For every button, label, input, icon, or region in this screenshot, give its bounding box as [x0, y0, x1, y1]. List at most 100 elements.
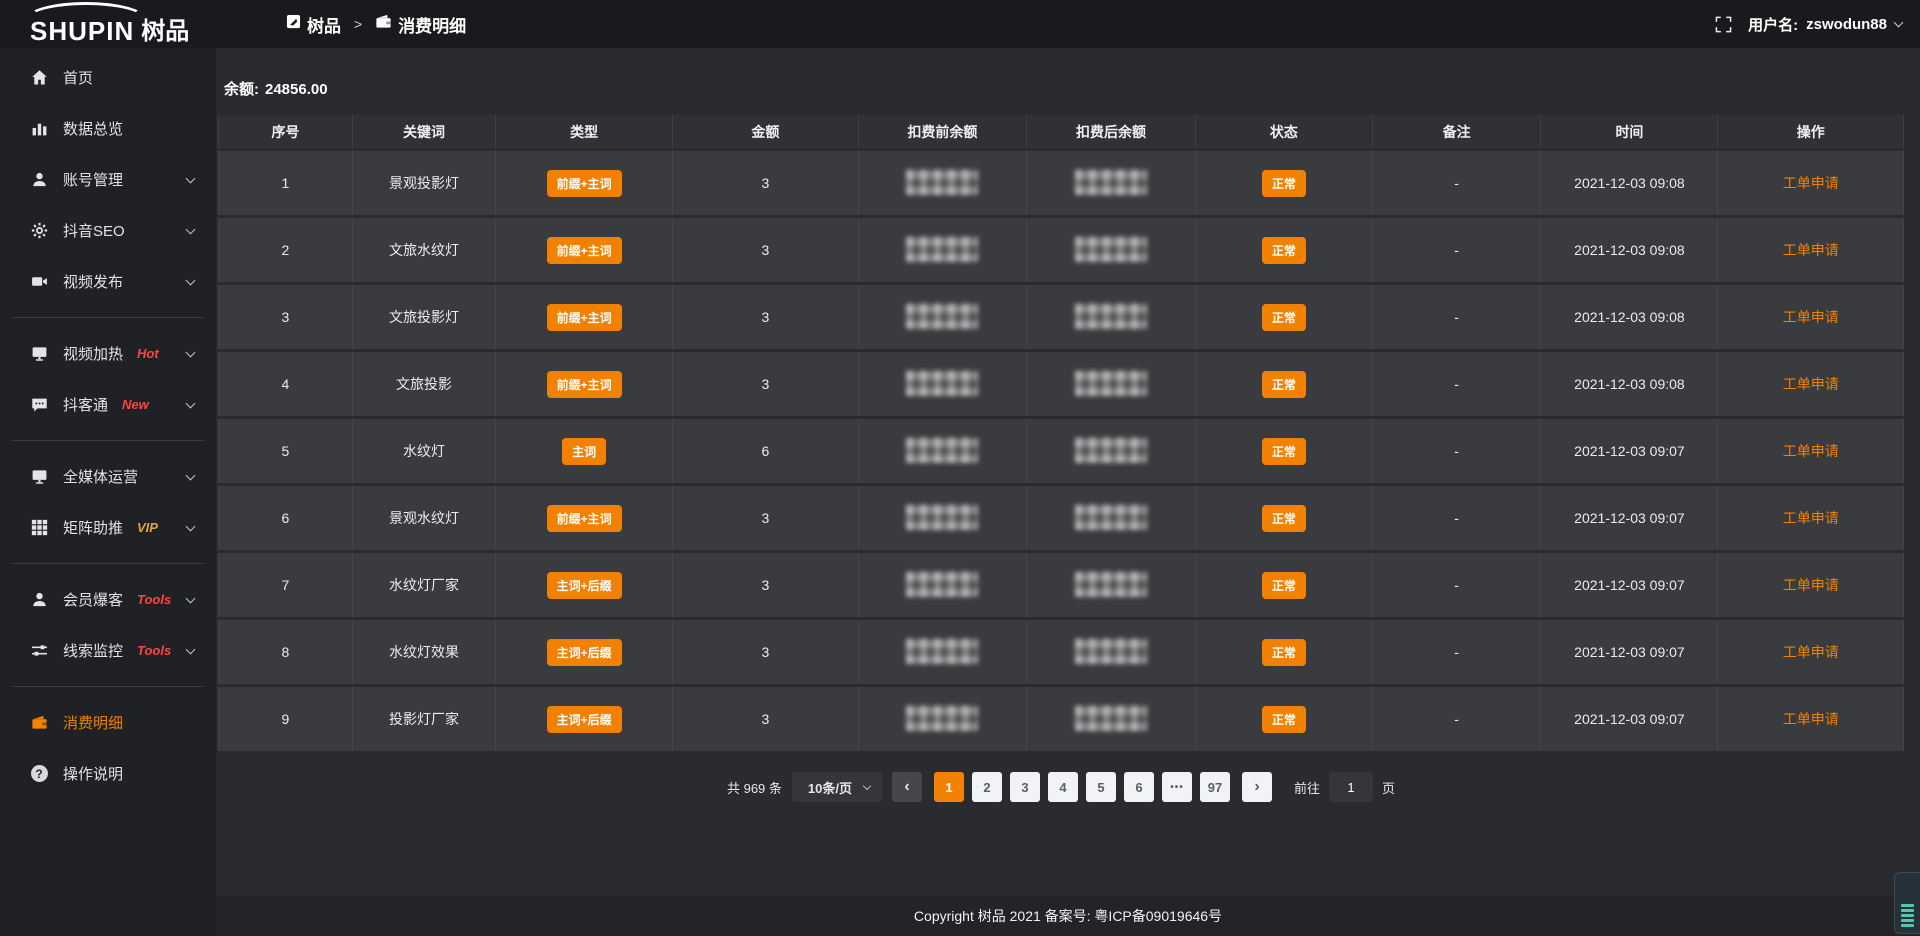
username-value: zswodun88 — [1806, 16, 1887, 33]
goto-label: 前往 — [1294, 778, 1320, 797]
work-order-link[interactable]: 工单申请 — [1783, 376, 1839, 392]
column-header: 状态 — [1196, 115, 1373, 148]
page-size-select[interactable]: 10条/页 — [792, 772, 882, 802]
cell-type: 前缀+主词 — [496, 486, 673, 550]
masked-value — [1075, 236, 1147, 262]
cell-balance-before — [859, 151, 1028, 215]
sidebar-item-video-heat[interactable]: 视频加热Hot — [0, 328, 216, 379]
cell-keyword: 水纹灯 — [353, 419, 496, 483]
cell-amount: 3 — [673, 553, 858, 617]
cell-keyword: 文旅投影 — [353, 352, 496, 416]
sidebar-item-data-overview[interactable]: 数据总览 — [0, 103, 216, 154]
sidebar-item-label: 首页 — [63, 67, 93, 88]
cell-status: 正常 — [1196, 218, 1373, 282]
breadcrumb-label: 树品 — [307, 12, 341, 37]
sidebar-item-clue-monitor[interactable]: 线索监控Tools — [0, 625, 216, 676]
work-order-link[interactable]: 工单申请 — [1783, 242, 1839, 258]
work-order-link[interactable]: 工单申请 — [1783, 644, 1839, 660]
column-header: 类型 — [496, 115, 673, 148]
cell-status: 正常 — [1196, 620, 1373, 684]
cell-remark: - — [1373, 151, 1542, 215]
user-dropdown[interactable]: 用户名: zswodun88 — [1748, 14, 1902, 35]
fullscreen-icon[interactable] — [1715, 16, 1732, 33]
chat-widget[interactable] — [1894, 872, 1920, 934]
cell-status: 正常 — [1196, 285, 1373, 349]
page-button-3[interactable]: 3 — [1010, 772, 1040, 802]
work-order-link[interactable]: 工单申请 — [1783, 711, 1839, 727]
cell-balance-before — [859, 352, 1028, 416]
status-badge: 正常 — [1262, 706, 1306, 733]
monitor-icon — [30, 468, 48, 485]
work-order-link[interactable]: 工单申请 — [1783, 175, 1839, 191]
page-button-97[interactable]: 97 — [1200, 772, 1230, 802]
work-order-link[interactable]: 工单申请 — [1783, 577, 1839, 593]
page-button-6[interactable]: 6 — [1124, 772, 1154, 802]
cell-balance-before — [859, 285, 1028, 349]
breadcrumb-item-shupin[interactable]: 树品 — [286, 12, 341, 37]
balance-label: 余额: — [224, 81, 259, 98]
wallet-icon — [30, 714, 48, 731]
pagination-prev-button[interactable]: ‹ — [892, 772, 922, 802]
sidebar-item-member-baoke[interactable]: 会员爆客Tools — [0, 574, 216, 625]
type-badge: 主词+后缀 — [547, 706, 622, 733]
cell-balance-before — [859, 620, 1028, 684]
sidebar-item-label: 线索监控 — [63, 640, 123, 661]
sidebar-item-account-manage[interactable]: 账号管理 — [0, 154, 216, 205]
page-button-4[interactable]: 4 — [1048, 772, 1078, 802]
cell-balance-before — [859, 553, 1028, 617]
cell-action: 工单申请 — [1718, 352, 1904, 416]
sliders-icon — [30, 642, 48, 659]
masked-value — [906, 638, 978, 664]
chevron-down-icon — [186, 275, 196, 285]
chevron-down-icon — [186, 593, 196, 603]
widget-bar — [1901, 909, 1914, 912]
sidebar-item-label: 全媒体运营 — [63, 466, 138, 487]
sidebar-item-douyin-seo[interactable]: 抖音SEO — [0, 205, 216, 256]
pagination-next-button[interactable]: › — [1242, 772, 1272, 802]
type-badge: 前缀+主词 — [547, 371, 622, 398]
sidebar-item-matrix-boost[interactable]: 矩阵助推VIP — [0, 502, 216, 553]
cell-amount: 3 — [673, 218, 858, 282]
goto-page-input[interactable] — [1329, 772, 1373, 802]
sidebar-item-consume-detail[interactable]: 消费明细 — [0, 697, 216, 748]
cell-balance-after — [1027, 151, 1196, 215]
cell-type: 前缀+主词 — [496, 218, 673, 282]
masked-value — [1075, 504, 1147, 530]
masked-value — [906, 437, 978, 463]
pagination-ellipsis[interactable]: ••• — [1162, 772, 1192, 802]
column-header: 序号 — [218, 115, 353, 148]
masked-value — [906, 705, 978, 731]
grid-icon — [30, 519, 48, 536]
sidebar-item-home[interactable]: 首页 — [0, 52, 216, 103]
sidebar-item-operation-guide[interactable]: ?操作说明 — [0, 748, 216, 799]
sidebar-divider — [12, 686, 204, 687]
work-order-link[interactable]: 工单申请 — [1783, 510, 1839, 526]
cell-status: 正常 — [1196, 419, 1373, 483]
cell-remark: - — [1373, 687, 1542, 751]
cell-time: 2021-12-03 09:08 — [1541, 285, 1718, 349]
sidebar-item-all-media[interactable]: 全媒体运营 — [0, 451, 216, 502]
sidebar-item-video-publish[interactable]: 视频发布 — [0, 256, 216, 307]
sidebar-item-tag: Tools — [137, 592, 171, 607]
cell-no: 6 — [218, 486, 353, 550]
cell-action: 工单申请 — [1718, 553, 1904, 617]
cell-remark: - — [1373, 352, 1542, 416]
cell-balance-after — [1027, 553, 1196, 617]
sidebar-item-doukuotong[interactable]: 抖客通New — [0, 379, 216, 430]
masked-value — [906, 504, 978, 530]
cell-keyword: 文旅投影灯 — [353, 285, 496, 349]
page-button-1[interactable]: 1 — [934, 772, 964, 802]
cell-amount: 3 — [673, 620, 858, 684]
table-row: 5水纹灯主词6正常-2021-12-03 09:07工单申请 — [218, 419, 1904, 483]
type-badge: 前缀+主词 — [547, 170, 622, 197]
cell-keyword: 水纹灯厂家 — [353, 553, 496, 617]
cell-keyword: 投影灯厂家 — [353, 687, 496, 751]
breadcrumb-item-consume-detail[interactable]: 消费明细 — [375, 12, 466, 37]
page-button-5[interactable]: 5 — [1086, 772, 1116, 802]
work-order-link[interactable]: 工单申请 — [1783, 309, 1839, 325]
cell-keyword: 景观水纹灯 — [353, 486, 496, 550]
page-button-2[interactable]: 2 — [972, 772, 1002, 802]
masked-value — [1075, 705, 1147, 731]
home-icon — [30, 69, 48, 86]
work-order-link[interactable]: 工单申请 — [1783, 443, 1839, 459]
